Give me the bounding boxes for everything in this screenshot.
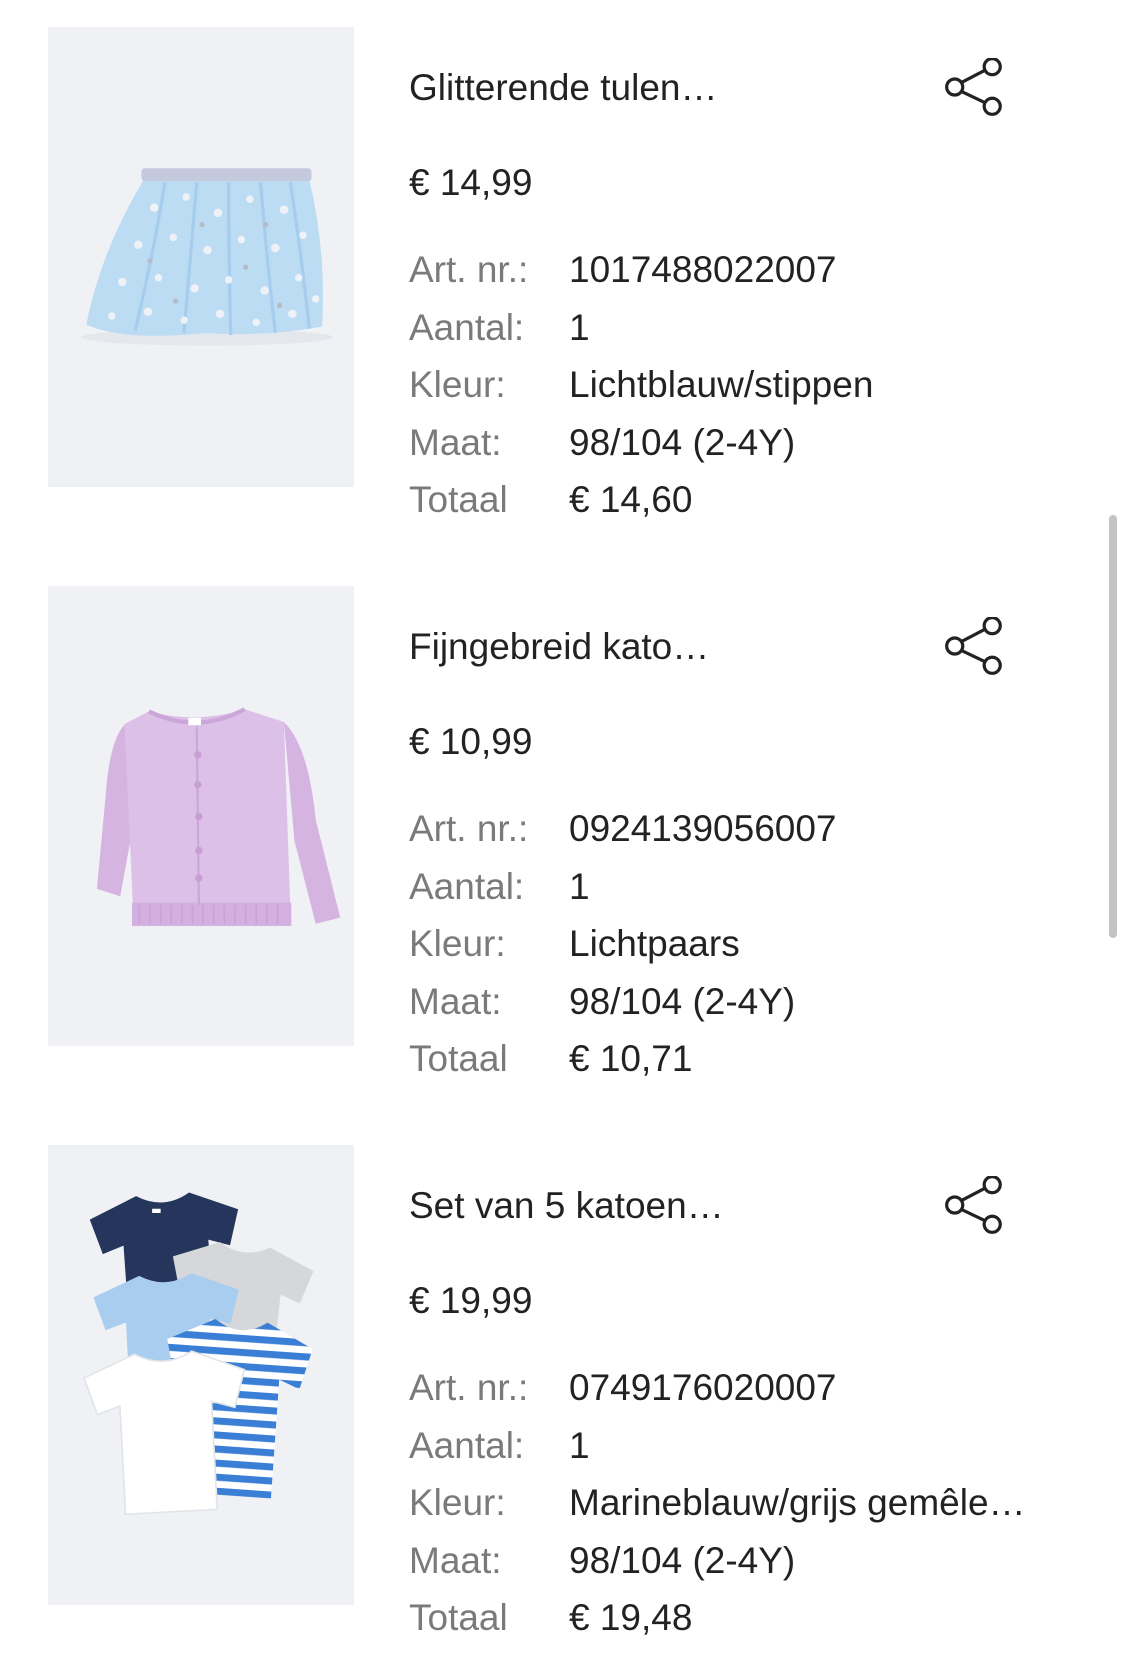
detail-total: Totaal € 19,48 — [409, 1589, 1109, 1647]
detail-value: Lichtpaars — [569, 923, 740, 964]
detail-label: Art. nr.: — [409, 1367, 529, 1408]
order-item: Fijngebreid kato… € 10,99 Art. nr.: 0924… — [0, 586, 1125, 1145]
detail-value: € 10,71 — [569, 1038, 693, 1079]
detail-color: Kleur: Lichtblauw/stippen — [409, 356, 1109, 414]
detail-value: 1 — [569, 865, 590, 907]
detail-label: Maat: — [409, 1539, 502, 1581]
detail-label: Maat: — [409, 980, 502, 1022]
detail-quantity: Aantal: 1 — [409, 299, 1109, 357]
detail-value: 98/104 (2-4Y) — [569, 980, 796, 1022]
detail-value: 1017488022007 — [569, 249, 837, 290]
detail-value: Lichtblauw/stippen — [569, 364, 874, 405]
product-price: € 19,99 — [409, 1280, 533, 1321]
product-price: € 10,99 — [409, 721, 533, 762]
detail-article-number: Art. nr.: 0924139056007 — [409, 800, 1109, 858]
detail-value: 0749176020007 — [569, 1367, 837, 1408]
detail-label: Totaal — [409, 1597, 508, 1638]
detail-value: 1 — [569, 1424, 590, 1466]
detail-value: € 19,48 — [569, 1597, 693, 1638]
product-title[interactable]: Fijngebreid kato… — [409, 618, 709, 676]
detail-value: 98/104 (2-4Y) — [569, 1539, 796, 1581]
detail-size: Maat: 98/104 (2-4Y) — [409, 973, 1109, 1031]
detail-total: Totaal € 10,71 — [409, 1030, 1109, 1088]
detail-label: Aantal: — [409, 306, 525, 348]
detail-label: Kleur: — [409, 1482, 506, 1523]
order-item: Set van 5 katoen… € 19,99 Art. nr.: 0749… — [0, 1145, 1125, 1664]
share-button[interactable] — [944, 1176, 1004, 1234]
product-title[interactable]: Glitterende tulen… — [409, 59, 718, 117]
share-button[interactable] — [944, 58, 1004, 116]
detail-color: Kleur: Lichtpaars — [409, 915, 1109, 973]
tshirt-set-illustration — [81, 1189, 316, 1517]
share-icon — [945, 617, 1002, 675]
order-item: Glitterende tulen… € 14,99 Art. nr.: 101… — [0, 27, 1125, 586]
detail-label: Kleur: — [409, 923, 506, 964]
detail-article-number: Art. nr.: 1017488022007 — [409, 241, 1109, 299]
product-image-tshirt-set[interactable] — [48, 1145, 354, 1605]
detail-label: Art. nr.: — [409, 249, 529, 290]
product-price: € 14,99 — [409, 162, 533, 203]
detail-article-number: Art. nr.: 0749176020007 — [409, 1359, 1109, 1417]
detail-value: 98/104 (2-4Y) — [569, 421, 796, 463]
detail-value: € 14,60 — [569, 479, 693, 520]
detail-label: Art. nr.: — [409, 808, 529, 849]
share-button[interactable] — [944, 617, 1004, 675]
detail-value: 0924139056007 — [569, 808, 837, 849]
detail-size: Maat: 98/104 (2-4Y) — [409, 1532, 1109, 1590]
detail-label: Totaal — [409, 479, 508, 520]
scrollbar-thumb[interactable] — [1109, 515, 1117, 938]
detail-color: Kleur: Marineblauw/grijs gemêle… — [409, 1474, 1109, 1532]
detail-label: Aantal: — [409, 865, 525, 907]
product-details: Art. nr.: 1017488022007 Aantal: 1 Kleur:… — [409, 241, 1109, 529]
detail-value: 1 — [569, 306, 590, 348]
cardigan-illustration — [96, 707, 341, 926]
product-image-cardigan[interactable] — [48, 586, 354, 1046]
share-icon — [945, 58, 1002, 116]
product-title[interactable]: Set van 5 katoen… — [409, 1177, 724, 1235]
detail-value: Marineblauw/grijs gemêle… — [569, 1482, 1026, 1523]
detail-label: Totaal — [409, 1038, 508, 1079]
tulle-skirt-illustration — [82, 168, 333, 346]
product-details: Art. nr.: 0749176020007 Aantal: 1 Kleur:… — [409, 1359, 1109, 1647]
detail-quantity: Aantal: 1 — [409, 858, 1109, 916]
product-image-tulle-skirt[interactable] — [48, 27, 354, 487]
detail-quantity: Aantal: 1 — [409, 1417, 1109, 1475]
detail-total: Totaal € 14,60 — [409, 471, 1109, 529]
detail-label: Kleur: — [409, 364, 506, 405]
detail-size: Maat: 98/104 (2-4Y) — [409, 414, 1109, 472]
detail-label: Aantal: — [409, 1424, 525, 1466]
product-details: Art. nr.: 0924139056007 Aantal: 1 Kleur:… — [409, 800, 1109, 1088]
share-icon — [945, 1176, 1002, 1234]
detail-label: Maat: — [409, 421, 502, 463]
